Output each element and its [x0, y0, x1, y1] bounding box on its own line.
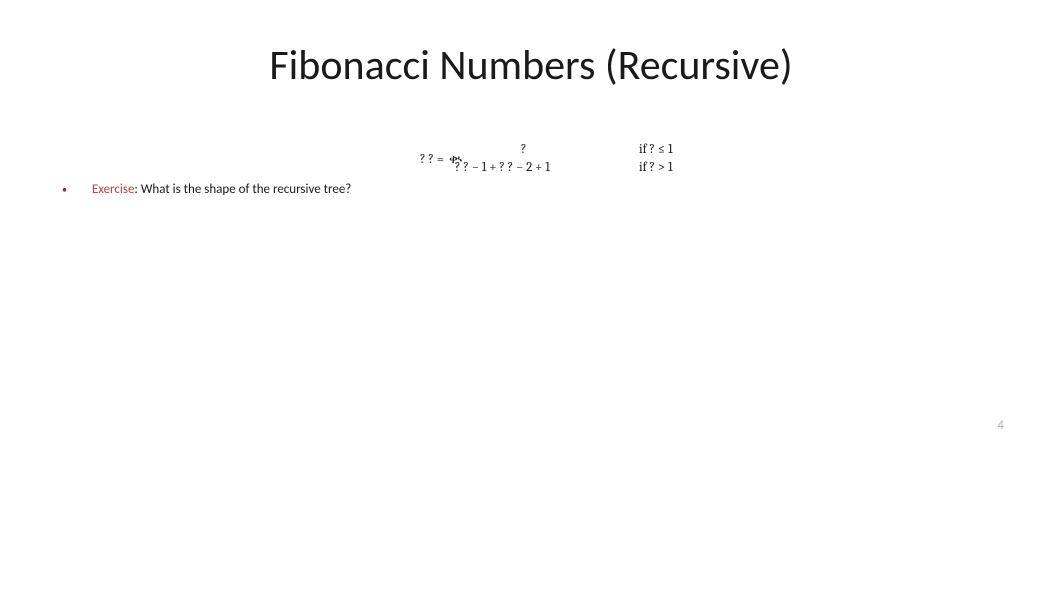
formula-case2-cond: if ? > 1: [639, 160, 673, 175]
formula-case1-cond: if ? ≤ 1: [639, 142, 673, 157]
formula-case2-expr: ? ? − 1 + ? ? − 2 + 1: [455, 160, 550, 175]
formula-case1-expr: ?: [521, 142, 527, 157]
bullet-item: • Exercise: What is the shape of the rec…: [62, 182, 351, 197]
bullet-dot-icon: •: [62, 183, 67, 196]
exercise-text: : What is the shape of the recursive tre…: [134, 182, 351, 197]
page-number: 4: [997, 418, 1004, 433]
exercise-label: Exercise: [92, 182, 134, 197]
slide-title: Fibonacci Numbers (Recursive): [0, 40, 1062, 91]
formula-lhs: ? ? =: [420, 152, 444, 167]
slide: Fibonacci Numbers (Recursive) ? ? = ቊ ? …: [0, 0, 1062, 598]
